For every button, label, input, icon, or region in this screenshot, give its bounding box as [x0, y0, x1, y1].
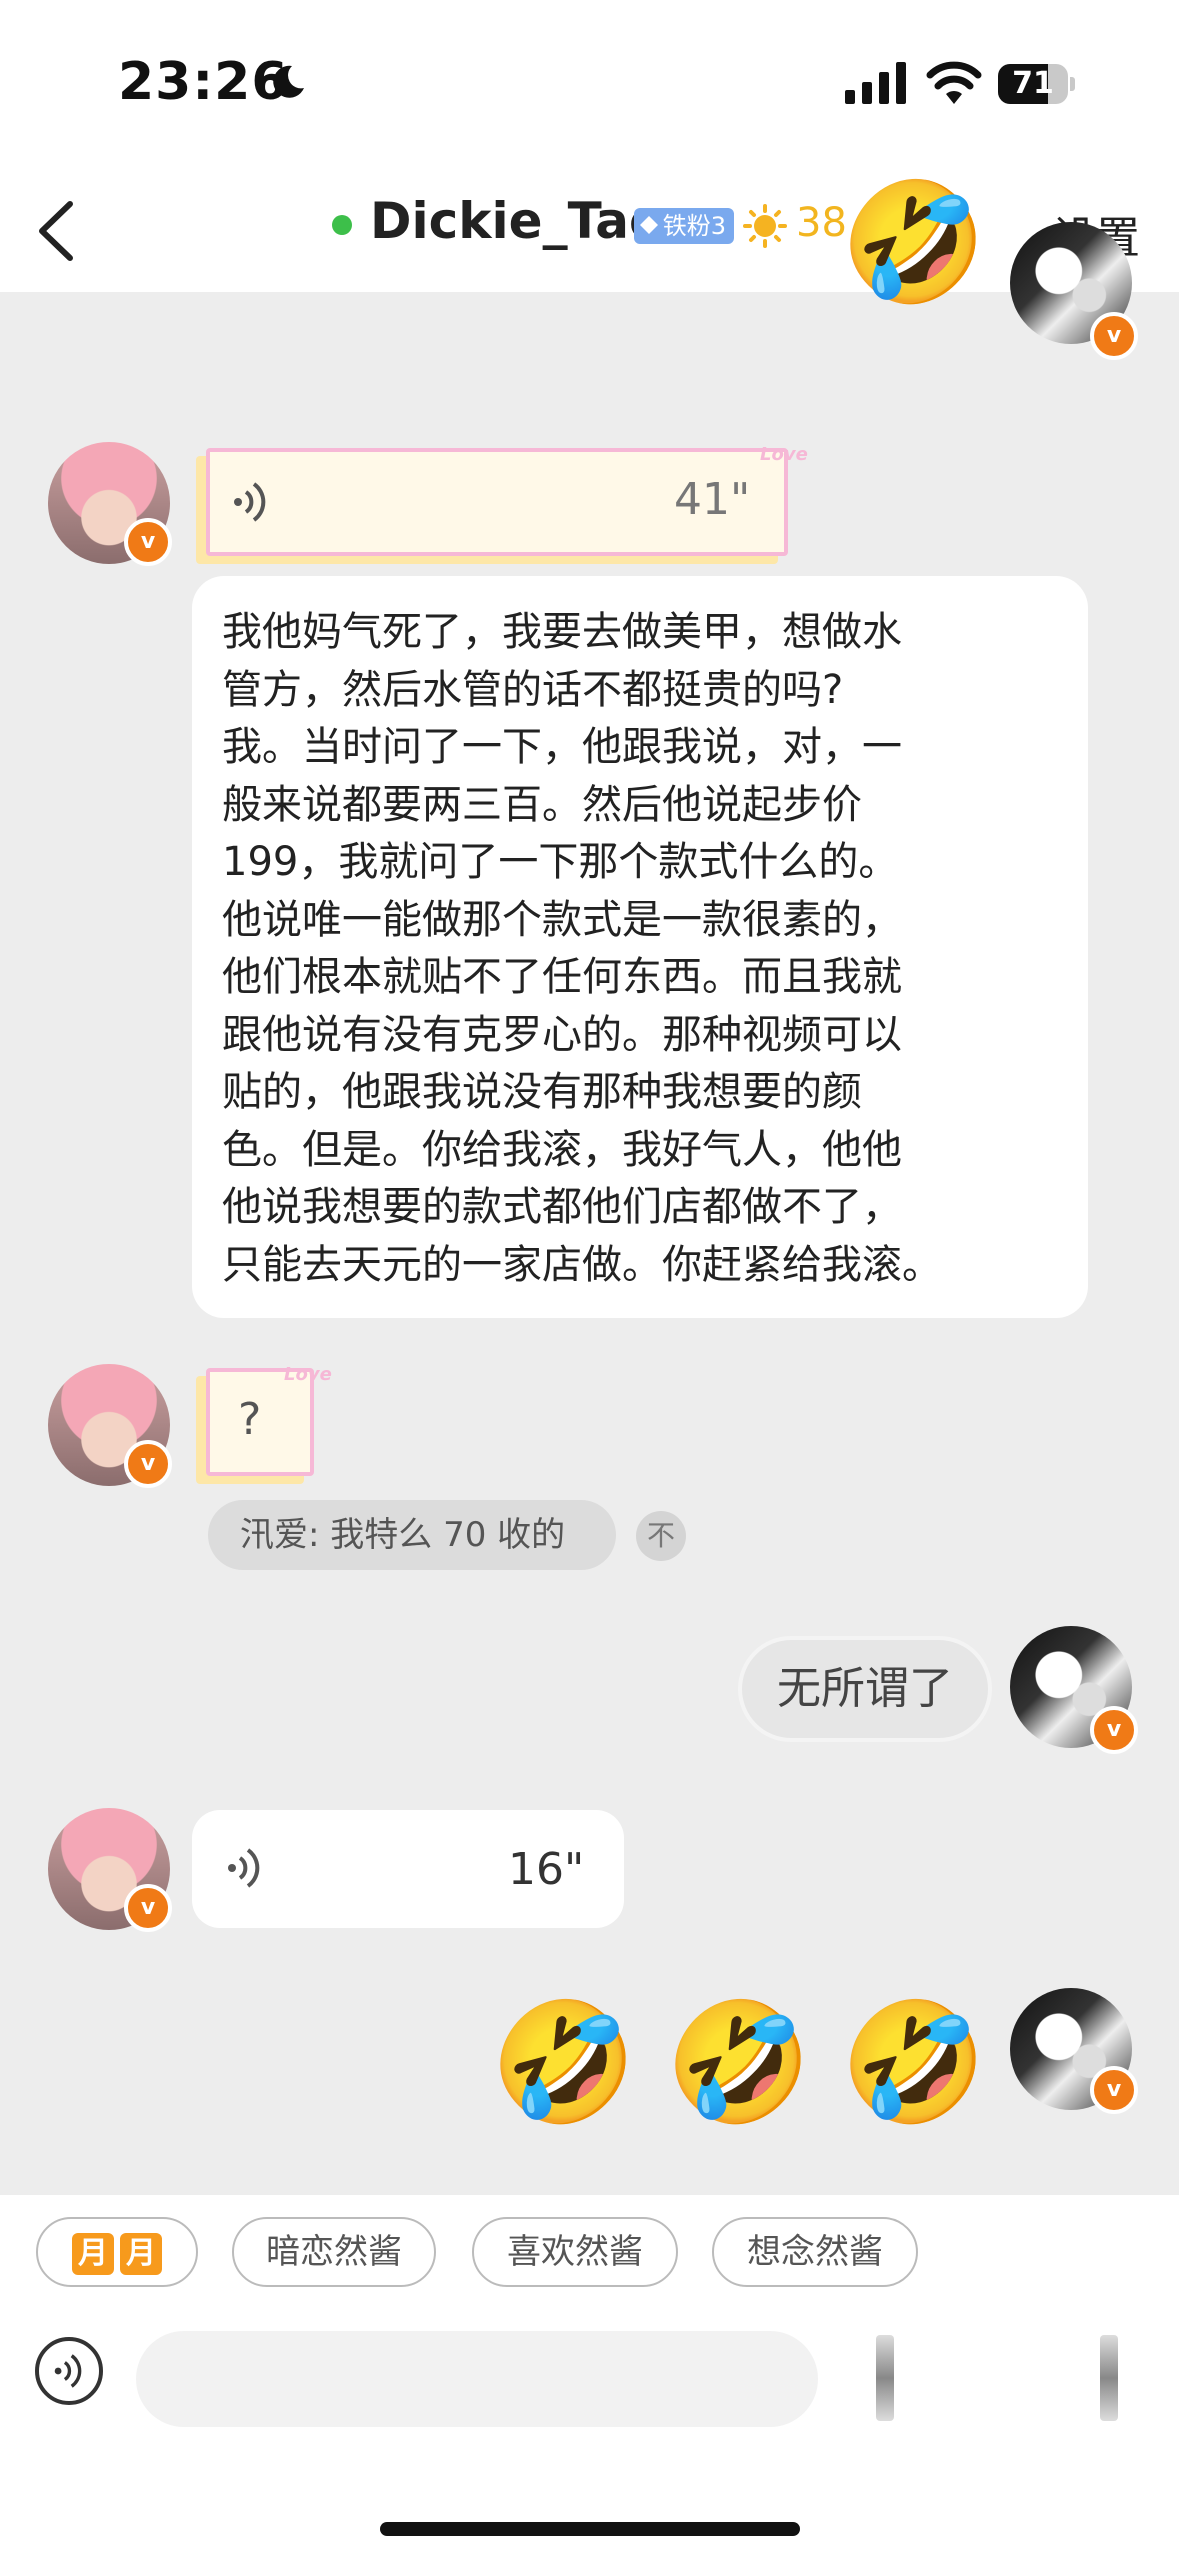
status-bar: 23:26 71: [0, 0, 1179, 170]
laughing-emoji[interactable]: 🤣: [665, 1992, 812, 2132]
voice-duration: 41": [674, 474, 751, 525]
quoted-reply[interactable]: 汛爱: 我特么 70 收的: [208, 1500, 616, 1570]
quick-reply-moon[interactable]: 月月: [36, 2217, 198, 2287]
love-sticker-label: Love: [760, 444, 808, 465]
diamond-icon: [640, 216, 658, 234]
voice-message-bubble[interactable]: 16": [192, 1810, 624, 1928]
verified-badge: v: [124, 1884, 172, 1932]
verified-badge: v: [1090, 2066, 1138, 2114]
laughing-emoji[interactable]: 🤣: [840, 1992, 987, 2132]
sun-icon: [743, 204, 787, 248]
message-input[interactable]: [136, 2331, 818, 2427]
verified-badge: v: [1090, 1706, 1138, 1754]
wifi-icon: [926, 61, 982, 104]
quick-reply-chip[interactable]: 想念然酱: [712, 2217, 918, 2287]
moon-tile: 月: [72, 2232, 114, 2275]
quick-reply-chip[interactable]: 喜欢然酱: [472, 2217, 678, 2287]
fan-level-label: 铁粉3: [662, 212, 726, 240]
battery-level: 71: [1012, 66, 1054, 101]
laughing-emoji[interactable]: 🤣: [490, 1992, 637, 2132]
input-panel: 月月 暗恋然酱 喜欢然酱 想念然酱: [0, 2195, 1179, 2556]
chat-title[interactable]: Dickie_Tae: [370, 192, 663, 250]
my-sticker-text-bubble[interactable]: 无所谓了: [742, 1640, 988, 1738]
battery-icon: 71: [998, 64, 1075, 104]
online-status-dot: [332, 215, 352, 235]
verified-badge: v: [124, 1440, 172, 1488]
verified-badge: v: [1090, 312, 1138, 360]
voice-input-button[interactable]: [35, 2337, 103, 2405]
status-time: 23:26: [118, 52, 289, 112]
voice-wave-icon: [228, 1848, 260, 1888]
voice-duration: 16": [508, 1844, 585, 1895]
fan-level-badge: 铁粉3: [634, 208, 734, 244]
emoji-button[interactable]: [876, 2335, 894, 2421]
love-sticker-label: Love: [284, 1364, 332, 1385]
back-icon[interactable]: [28, 198, 88, 264]
more-button[interactable]: [1100, 2335, 1118, 2421]
moon-tile: 月: [120, 2232, 162, 2275]
voice-wave-icon: [234, 482, 266, 522]
chat-header: Dickie_Tae 铁粉3 38 设置: [0, 170, 1179, 292]
sticker-note-text: ?: [238, 1394, 262, 1445]
voice-wave-icon: [54, 2354, 82, 2388]
home-indicator: [380, 2522, 800, 2536]
laughing-emoji[interactable]: 🤣: [840, 172, 987, 312]
quote-action-icon[interactable]: 不: [636, 1511, 686, 1561]
quick-reply-chip[interactable]: 暗恋然酱: [232, 2217, 436, 2287]
voice-message-bubble[interactable]: 41": [206, 448, 788, 556]
verified-badge: v: [124, 518, 172, 566]
signal-icon: [845, 62, 906, 104]
text-message-content: 我他妈气死了，我要去做美甲，想做水 管方，然后水管的话不都挺贵的吗? 我。当时问…: [222, 609, 942, 1288]
moon-icon: [273, 65, 304, 98]
